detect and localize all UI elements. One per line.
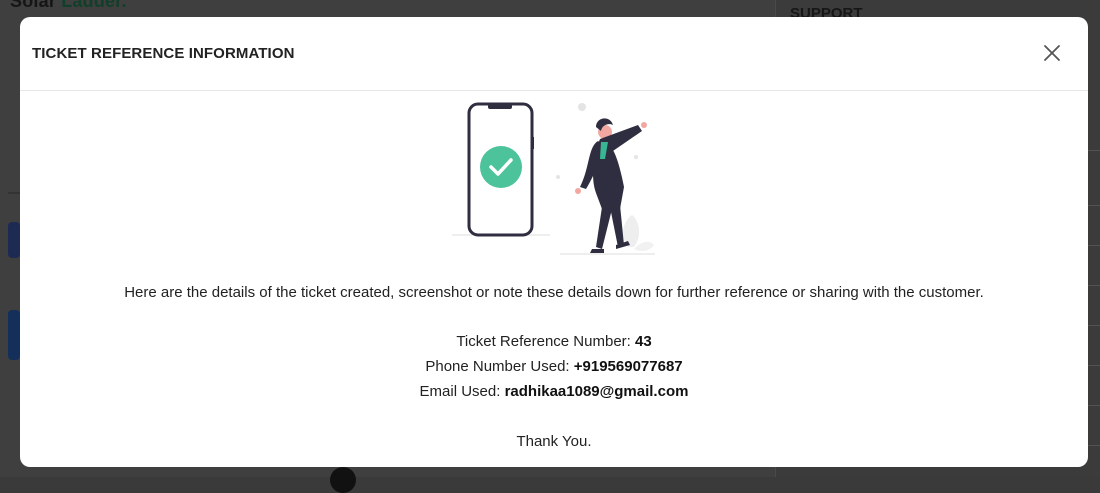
- background-row-divider: [1088, 325, 1100, 326]
- background-button: [8, 222, 20, 258]
- ticket-number-value: 43: [635, 333, 652, 350]
- background-row-divider: [1088, 245, 1100, 246]
- close-button[interactable]: [1042, 43, 1062, 63]
- background-avatar: [330, 467, 356, 493]
- email-row: Email Used: radhikaa1089@gmail.com: [20, 383, 1088, 408]
- background-button: [8, 310, 20, 360]
- background-divider: [8, 192, 20, 194]
- brand-logo-part2: Ladder.: [61, 0, 127, 11]
- success-check-icon: [480, 146, 522, 188]
- background-row-divider: [1088, 150, 1100, 151]
- modal-title: TICKET REFERENCE INFORMATION: [32, 45, 295, 62]
- phone-number-row: Phone Number Used: +919569077687: [20, 358, 1088, 383]
- close-icon: [1044, 45, 1060, 61]
- background-row-divider: [1088, 405, 1100, 406]
- background-row-divider: [1088, 205, 1100, 206]
- background-row-divider: [1088, 445, 1100, 446]
- intro-text: Here are the details of the ticket creat…: [124, 284, 984, 301]
- phone-number-value: +919569077687: [573, 358, 683, 375]
- background-row-divider: [1088, 285, 1100, 286]
- ticket-number-row: Ticket Reference Number: 43: [20, 333, 1088, 358]
- success-illustration: [452, 102, 655, 255]
- brand-logo: Solar Ladder.: [10, 0, 127, 12]
- email-label: Email Used:: [419, 383, 501, 400]
- ticket-reference-modal: TICKET REFERENCE INFORMATION Here are th…: [20, 17, 1088, 467]
- ticket-details: Ticket Reference Number: 43 Phone Number…: [20, 333, 1088, 408]
- phone-number-label: Phone Number Used:: [425, 358, 570, 375]
- ticket-number-label: Ticket Reference Number:: [456, 333, 631, 350]
- brand-logo-part1: Solar: [10, 0, 57, 11]
- modal-header: TICKET REFERENCE INFORMATION: [20, 17, 1088, 91]
- background-row-divider: [1088, 365, 1100, 366]
- thank-you-text: Thank You.: [516, 433, 592, 450]
- email-value: radhikaa1089@gmail.com: [504, 383, 689, 400]
